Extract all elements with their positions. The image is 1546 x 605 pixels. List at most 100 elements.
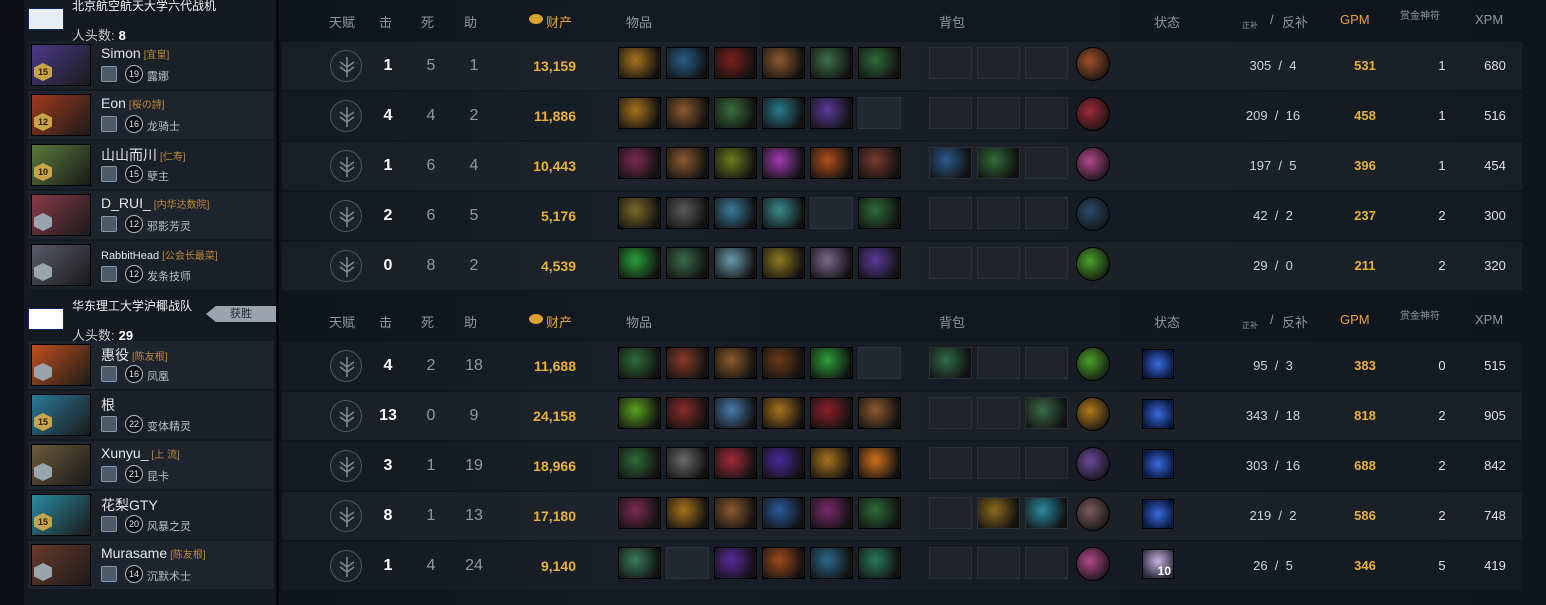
player-card[interactable]: Murasame [陈友根] 14 沉默术士 (28, 541, 274, 589)
player-card[interactable]: 15 根 22 变体精灵 (28, 391, 274, 439)
neutral-item-icon[interactable] (1076, 197, 1110, 231)
header-bounty[interactable]: 赏金神符 (1400, 311, 1440, 323)
talent-tree-icon[interactable] (330, 100, 362, 132)
item-icon[interactable] (714, 47, 757, 79)
item-icon[interactable] (666, 147, 709, 179)
talent-tree-icon[interactable] (330, 350, 362, 382)
header-gpm[interactable]: GPM (1340, 312, 1370, 327)
talent-tree-icon[interactable] (330, 200, 362, 232)
header-backpack[interactable]: 背包 (939, 12, 965, 31)
item-icon[interactable] (714, 347, 757, 379)
hero-portrait[interactable]: 10 (31, 144, 91, 186)
item-icon[interactable] (714, 97, 757, 129)
item-icon[interactable] (666, 247, 709, 279)
header-denies[interactable]: 反补 (1282, 312, 1308, 331)
item-icon[interactable] (618, 347, 661, 379)
header-talent[interactable]: 天赋 (329, 312, 355, 331)
header-assists[interactable]: 助 (464, 12, 477, 31)
item-icon[interactable] (810, 47, 853, 79)
header-bounty[interactable]: 赏金神符 (1400, 11, 1440, 23)
player-name[interactable]: D_RUI_ [内华达数院] (101, 195, 209, 211)
talent-tree-icon[interactable] (330, 400, 362, 432)
header-kills[interactable]: 击 (379, 312, 392, 331)
neutral-item-icon[interactable] (1076, 347, 1110, 381)
player-name[interactable]: 惠役 [陈友根] (101, 345, 168, 365)
hero-portrait[interactable] (31, 444, 91, 486)
hero-portrait[interactable] (31, 544, 91, 586)
player-name[interactable]: Eon [桜の詩] (101, 95, 164, 111)
neutral-item-icon[interactable] (1076, 397, 1110, 431)
item-icon[interactable] (762, 147, 805, 179)
item-icon[interactable] (714, 147, 757, 179)
item-icon[interactable] (762, 447, 805, 479)
backpack-item-icon[interactable] (929, 147, 972, 179)
item-icon[interactable] (666, 397, 709, 429)
header-deaths[interactable]: 死 (421, 312, 434, 331)
item-icon[interactable] (858, 547, 901, 579)
player-name[interactable]: 山山而川 [仁寿] (101, 145, 186, 165)
hero-portrait[interactable]: 15 (31, 394, 91, 436)
item-icon[interactable] (714, 197, 757, 229)
item-icon[interactable] (666, 197, 709, 229)
player-card[interactable]: 惠役 [陈友根] 16 凤凰 (28, 341, 274, 389)
neutral-item-icon[interactable] (1076, 97, 1110, 131)
header-talent[interactable]: 天赋 (329, 12, 355, 31)
player-name[interactable]: 根 (101, 395, 118, 415)
item-icon[interactable] (810, 347, 853, 379)
header-xpm[interactable]: XPM (1475, 12, 1503, 27)
item-icon[interactable] (762, 47, 805, 79)
item-icon[interactable] (714, 447, 757, 479)
talent-tree-icon[interactable] (330, 550, 362, 582)
item-icon[interactable] (714, 547, 757, 579)
header-denies[interactable]: 反补 (1282, 12, 1308, 31)
header-slash[interactable]: / (1270, 312, 1274, 327)
player-card[interactable]: 15 Simon [宜皇] 19 露娜 (28, 41, 274, 89)
hero-portrait[interactable] (31, 244, 91, 286)
player-card[interactable]: D_RUI_ [内华达数院] 12 邪影芳灵 (28, 191, 274, 239)
talent-tree-icon[interactable] (330, 50, 362, 82)
player-card[interactable]: 10 山山而川 [仁寿] 15 孽主 (28, 141, 274, 189)
item-icon[interactable] (810, 447, 853, 479)
header-slash[interactable]: / (1270, 12, 1274, 27)
item-icon[interactable] (666, 47, 709, 79)
player-name[interactable]: RabbitHead [公会长最菜] (101, 247, 218, 262)
neutral-item-icon[interactable] (1076, 47, 1110, 81)
header-gpm[interactable]: GPM (1340, 12, 1370, 27)
item-icon[interactable] (618, 247, 661, 279)
talent-tree-icon[interactable] (330, 250, 362, 282)
item-icon[interactable] (618, 397, 661, 429)
item-icon[interactable] (762, 347, 805, 379)
item-icon[interactable] (762, 547, 805, 579)
header-networth[interactable]: 财产 (546, 312, 572, 331)
item-icon[interactable] (714, 247, 757, 279)
item-icon[interactable] (762, 247, 805, 279)
neutral-item-icon[interactable] (1076, 497, 1110, 531)
item-icon[interactable] (666, 97, 709, 129)
item-icon[interactable] (858, 397, 901, 429)
player-name[interactable]: 花梨GTY (101, 495, 161, 515)
header-lasthits[interactable]: 正补 (1242, 320, 1258, 332)
player-name[interactable]: Xunyu_ [上 流] (101, 445, 180, 461)
item-icon[interactable] (858, 447, 901, 479)
item-icon[interactable] (618, 497, 661, 529)
item-icon[interactable] (810, 547, 853, 579)
hero-portrait[interactable]: 15 (31, 494, 91, 536)
neutral-item-icon[interactable] (1076, 247, 1110, 281)
header-status[interactable]: 状态 (1154, 12, 1180, 31)
item-icon[interactable] (618, 447, 661, 479)
item-icon[interactable] (618, 547, 661, 579)
player-name[interactable]: Murasame [陈友根] (101, 545, 206, 561)
hero-portrait[interactable] (31, 344, 91, 386)
header-items[interactable]: 物品 (626, 12, 652, 31)
header-kills[interactable]: 击 (379, 12, 392, 31)
player-name[interactable]: Simon [宜皇] (101, 45, 169, 61)
header-assists[interactable]: 助 (464, 312, 477, 331)
neutral-item-icon[interactable] (1076, 547, 1110, 581)
item-icon[interactable] (858, 197, 901, 229)
item-icon[interactable] (714, 397, 757, 429)
player-card[interactable]: 12 Eon [桜の詩] 16 龙骑士 (28, 91, 274, 139)
hero-portrait[interactable] (31, 194, 91, 236)
item-icon[interactable] (666, 347, 709, 379)
backpack-item-icon[interactable] (1025, 497, 1068, 529)
neutral-item-icon[interactable] (1076, 147, 1110, 181)
